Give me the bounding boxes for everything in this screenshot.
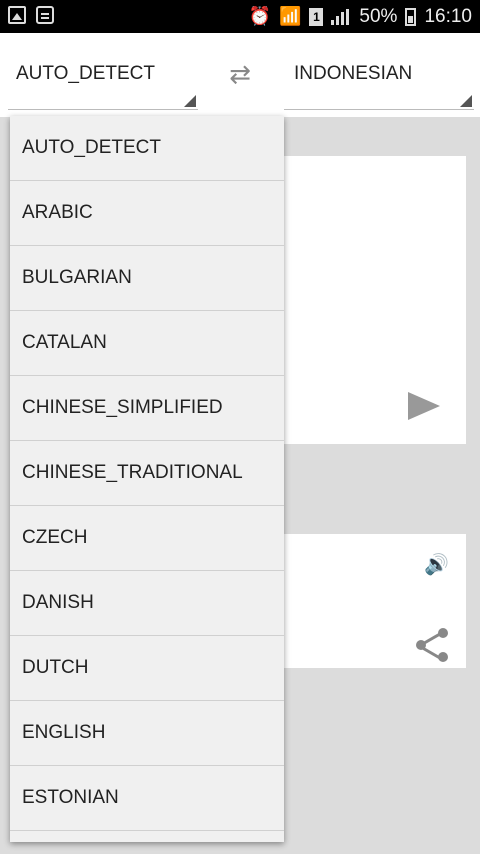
dropdown-option[interactable]: BULGARIAN: [10, 246, 284, 311]
status-indicators: ⏰ 📶 1 50% 16:10: [249, 0, 472, 33]
dropdown-option[interactable]: DANISH: [10, 571, 284, 636]
clock: 16:10: [424, 5, 472, 27]
sim-icon: 1: [309, 7, 324, 26]
dropdown-option[interactable]: ESTONIAN: [10, 766, 284, 831]
source-language-spinner[interactable]: AUTO_DETECT: [8, 41, 198, 110]
language-bar: AUTO_DETECT ⇄ INDONESIAN: [0, 33, 480, 117]
target-language-label: INDONESIAN: [294, 63, 413, 84]
dropdown-option[interactable]: CHINESE_SIMPLIFIED: [10, 376, 284, 441]
send-icon[interactable]: [408, 392, 440, 420]
dropdown-option[interactable]: AUTO_DETECT: [10, 116, 284, 181]
dropdown-option[interactable]: DUTCH: [10, 636, 284, 701]
swap-icon[interactable]: ⇄: [222, 61, 258, 87]
dropdown-arrow-icon: [460, 95, 472, 107]
language-dropdown: AUTO_DETECT ARABIC BULGARIAN CATALAN CHI…: [10, 116, 284, 842]
status-bar: ⏰ 📶 1 50% 16:10: [0, 0, 480, 33]
output-card: 🔊: [280, 534, 466, 668]
dropdown-option[interactable]: ENGLISH: [10, 701, 284, 766]
chat-icon: [36, 6, 54, 24]
dropdown-option[interactable]: ARABIC: [10, 181, 284, 246]
battery-percent: 50%: [359, 5, 398, 27]
gallery-icon: [8, 6, 26, 24]
wifi-icon: 📶: [279, 6, 302, 26]
source-language-label: AUTO_DETECT: [16, 63, 156, 84]
share-icon[interactable]: [416, 628, 448, 662]
status-notifications: [8, 6, 54, 24]
battery-icon: [405, 7, 417, 26]
dropdown-option[interactable]: CATALAN: [10, 311, 284, 376]
input-card[interactable]: [280, 156, 466, 444]
dropdown-option[interactable]: CHINESE_TRADITIONAL: [10, 441, 284, 506]
target-language-spinner[interactable]: INDONESIAN: [284, 41, 474, 110]
dropdown-option[interactable]: CZECH: [10, 506, 284, 571]
speaker-icon[interactable]: 🔊: [424, 552, 449, 576]
alarm-icon: ⏰: [248, 6, 271, 26]
signal-icon: [331, 8, 351, 25]
dropdown-arrow-icon: [184, 95, 196, 107]
